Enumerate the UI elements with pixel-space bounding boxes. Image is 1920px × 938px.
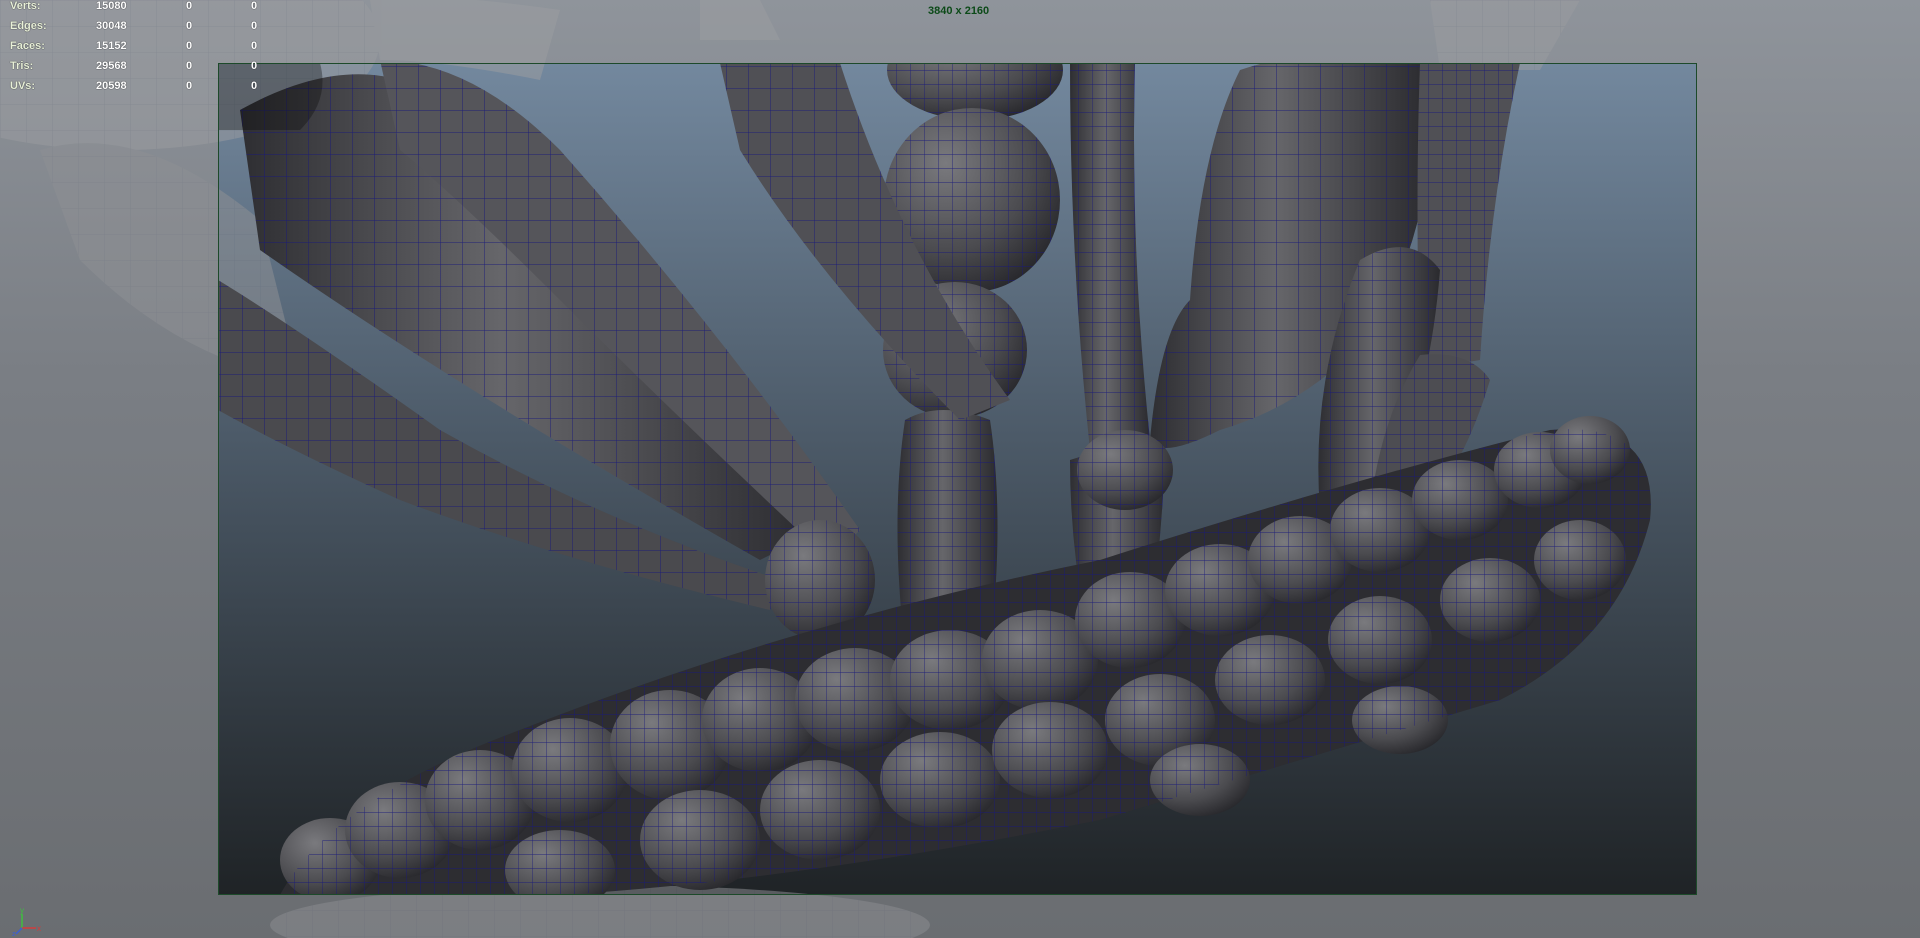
- hud-value-component: 0: [251, 40, 258, 52]
- center-joint: [1077, 430, 1173, 510]
- hud-value-component: 0: [251, 0, 258, 12]
- resolution-label: 3840 x 2160: [928, 5, 990, 17]
- hud-value-object: 29568: [96, 60, 127, 72]
- hud-value-selected: 0: [186, 20, 193, 32]
- hud-row-faces: Faces: 15152 0 0: [0, 40, 280, 56]
- axis-gizmo-icon: y x z: [12, 906, 41, 936]
- hud-row-edges: Edges: 30048 0 0: [0, 20, 280, 36]
- viewport-3d[interactable]: 3840 x 2160 Verts: 15080 0 0 Edges: 3004…: [0, 0, 1920, 938]
- hud-value-component: 0: [251, 80, 258, 92]
- hud-value-object: 30048: [96, 20, 127, 32]
- hud-value-component: 0: [251, 20, 258, 32]
- axis-z-label: z: [12, 931, 16, 936]
- hud-row-verts: Verts: 15080 0 0: [0, 0, 280, 16]
- hud-row-uvs: UVs: 20598 0 0: [0, 80, 280, 96]
- hud-label: Edges:: [10, 20, 47, 32]
- hud-value-object: 20598: [96, 80, 127, 92]
- hud-value-selected: 0: [186, 80, 193, 92]
- center-sphere-top: [887, 63, 1063, 120]
- axis-x-label: x: [37, 924, 41, 933]
- hud-value-selected: 0: [186, 60, 193, 72]
- hud-value-object: 15152: [96, 40, 127, 52]
- hud-value-selected: 0: [186, 40, 193, 52]
- hud-value-object: 15080: [96, 0, 127, 12]
- hud-row-tris: Tris: 29568 0 0: [0, 60, 280, 76]
- hud-label: Faces:: [10, 40, 45, 52]
- hud-value-component: 0: [251, 60, 258, 72]
- hud-label: Tris:: [10, 60, 34, 72]
- hud-value-selected: 0: [186, 0, 193, 12]
- poly-count-hud: Verts: 15080 0 0 Edges: 30048 0 0 Faces:…: [0, 0, 280, 100]
- axis-y-label: y: [20, 906, 24, 915]
- scene-render: [0, 0, 1697, 938]
- hud-label: UVs:: [10, 80, 36, 92]
- hud-label: Verts:: [10, 0, 41, 12]
